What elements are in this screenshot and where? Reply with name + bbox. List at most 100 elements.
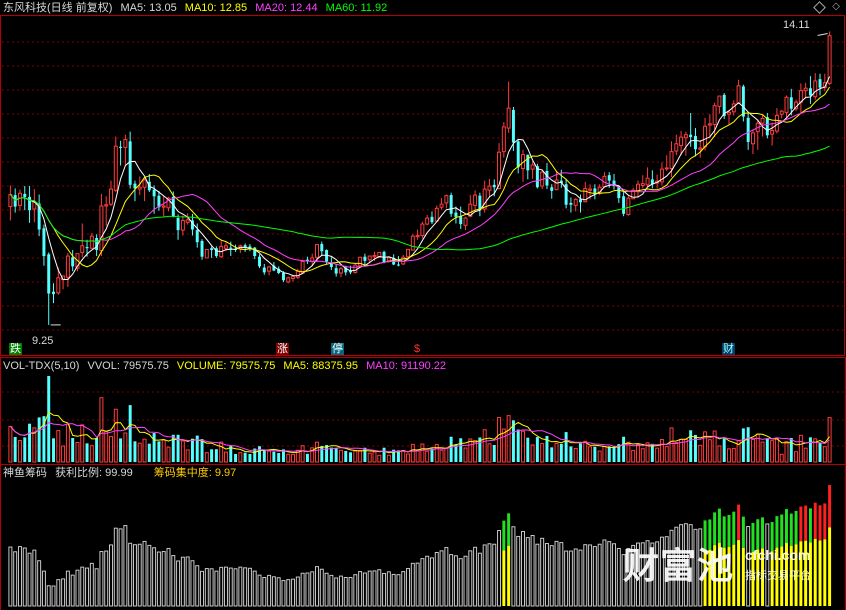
chip-bar [444,547,449,607]
volume-bar [765,438,769,462]
candle-body [56,277,61,294]
chip-bar [51,585,56,607]
watermark-main-text: 财富池 [623,546,735,587]
volume-bar [635,443,640,463]
chip-bar-top [813,502,817,539]
chip-bar [185,556,190,607]
volume-bar [579,443,582,462]
ma20-value: MA20: 12.44 [255,2,318,14]
ma60-value: MA60: 11.92 [325,2,388,14]
kline-chart[interactable] [0,0,846,610]
candle-body [473,194,478,206]
chip-bar [17,546,22,607]
volume-bar [415,450,420,463]
chip-bar [511,526,516,607]
volume-bar [128,405,132,462]
volume-indicator-name[interactable]: VOL-TDX(5,10) [3,360,79,372]
volume-bar [449,436,453,462]
candle-body [425,217,430,225]
candle-body [669,151,674,170]
chip-bar [161,551,166,607]
volume-bar [410,443,415,463]
chip-bar [223,566,228,607]
chip-bar [75,569,80,607]
chip-bar [568,550,573,607]
signal-up[interactable]: 涨 [276,343,289,355]
volume-bar [190,438,194,462]
low-price-label: 9.25 [32,335,54,347]
candle-body [803,87,808,92]
candle-body [71,257,75,267]
candle-body [554,179,559,191]
vvol-value: VVOL: 79575.75 [87,360,169,372]
signal-limit[interactable]: 停 [331,343,344,355]
candle-body [128,141,132,185]
chip-bar [564,550,569,607]
signal-down[interactable]: 跌 [9,343,22,355]
moving-average-lines [10,76,831,280]
candle-body [204,248,209,259]
volume-bar [277,452,281,462]
price-grid [2,41,844,331]
chip-bar [329,574,334,607]
volume-bar [521,430,525,463]
candlestick-series[interactable] [8,31,832,325]
concentration-value: 筹码集中度: 9.97 [153,467,237,479]
candle-body [229,247,233,249]
candle-body [703,125,708,148]
candle-body [28,196,32,211]
signal-finance[interactable]: 财 [722,343,735,355]
volume-bar [430,448,434,462]
chip-bar [602,539,607,607]
chip-bar [247,567,252,607]
signal-money[interactable]: $ [413,343,421,355]
candle-body [80,245,85,253]
chip-bar-base [502,550,506,606]
candle-body [52,291,55,295]
volume-bar [459,438,463,462]
chip-bar [123,525,128,607]
chip-bar [80,566,85,607]
volume-bar [588,446,593,463]
chip-bar [286,579,291,607]
volume-bar [315,441,319,463]
expand-icon[interactable]: ◇ [832,1,840,13]
chip-bar [391,573,396,607]
chip-bar [477,552,482,607]
volume-bar [152,433,156,462]
volume-bar [622,436,626,462]
candle-body [439,203,444,208]
volume-bar [147,443,151,462]
candle-body [463,217,468,226]
chip-bar [276,577,281,607]
candle-body [338,268,343,274]
candle-body [511,109,515,143]
candle-body [85,247,89,249]
chip-bar [109,544,113,607]
chip-bar [319,568,324,607]
candle-body [750,132,755,145]
volume-bar [794,451,799,463]
candle-body [42,228,46,257]
volume-bar [353,450,358,463]
candle-body [47,254,51,294]
chip-bar [27,552,32,607]
candle-body [89,235,94,249]
volume-bar [329,447,333,462]
chip-bar [243,567,248,607]
stock-title[interactable]: 东风科技(日线 前复权) [3,2,112,14]
volume-bar [123,432,128,463]
chip-bar [137,543,142,607]
chip-bar-top [818,505,822,541]
candle-body [727,111,731,115]
candle-body [444,195,449,204]
volume-bar [204,452,209,463]
chip-bar [195,565,200,607]
candle-body [622,196,626,214]
chip-bar [549,545,554,607]
chip-bar [99,551,104,607]
chip-indicator-name[interactable]: 神鱼筹码 [3,467,47,479]
candle-body [195,230,199,243]
chip-bar [61,578,66,607]
chip-bar-top [507,513,511,546]
